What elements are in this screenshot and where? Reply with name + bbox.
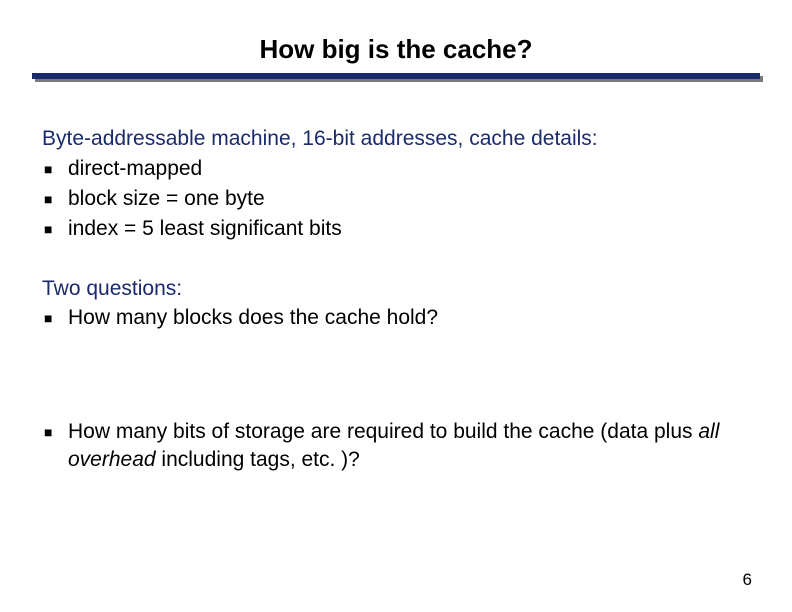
bullet-icon: ■ [42,418,68,446]
section2-lead: Two questions: [42,275,750,303]
section1-lead: Byte-addressable machine, 16-bit address… [42,125,750,153]
q2-part-a: How many bits of storage are required to… [68,420,698,443]
list-item: ■ block size = one byte [42,185,750,213]
slide-title: How big is the cache? [0,34,792,65]
title-area: How big is the cache? [0,0,792,79]
bullet-text: direct-mapped [68,155,750,183]
bullet-icon: ■ [42,304,68,332]
list-item: ■ index = 5 least significant bits [42,215,750,243]
bullet-text: index = 5 least significant bits [68,215,750,243]
rule-main [32,73,760,79]
list-item: ■ How many bits of storage are required … [42,418,750,473]
title-underline [32,73,760,79]
bullet-icon: ■ [42,185,68,213]
list-item: ■ direct-mapped [42,155,750,183]
slide-content: Byte-addressable machine, 16-bit address… [0,79,792,474]
q2-part-c: including tags, etc. )? [156,448,360,471]
bullet-text: How many bits of storage are required to… [68,418,750,473]
bullet-text: block size = one byte [68,185,750,213]
page-number: 6 [743,570,752,590]
list-item: ■ How many blocks does the cache hold? [42,304,750,332]
bullet-icon: ■ [42,215,68,243]
bullet-text: How many blocks does the cache hold? [68,304,750,332]
bullet-icon: ■ [42,155,68,183]
